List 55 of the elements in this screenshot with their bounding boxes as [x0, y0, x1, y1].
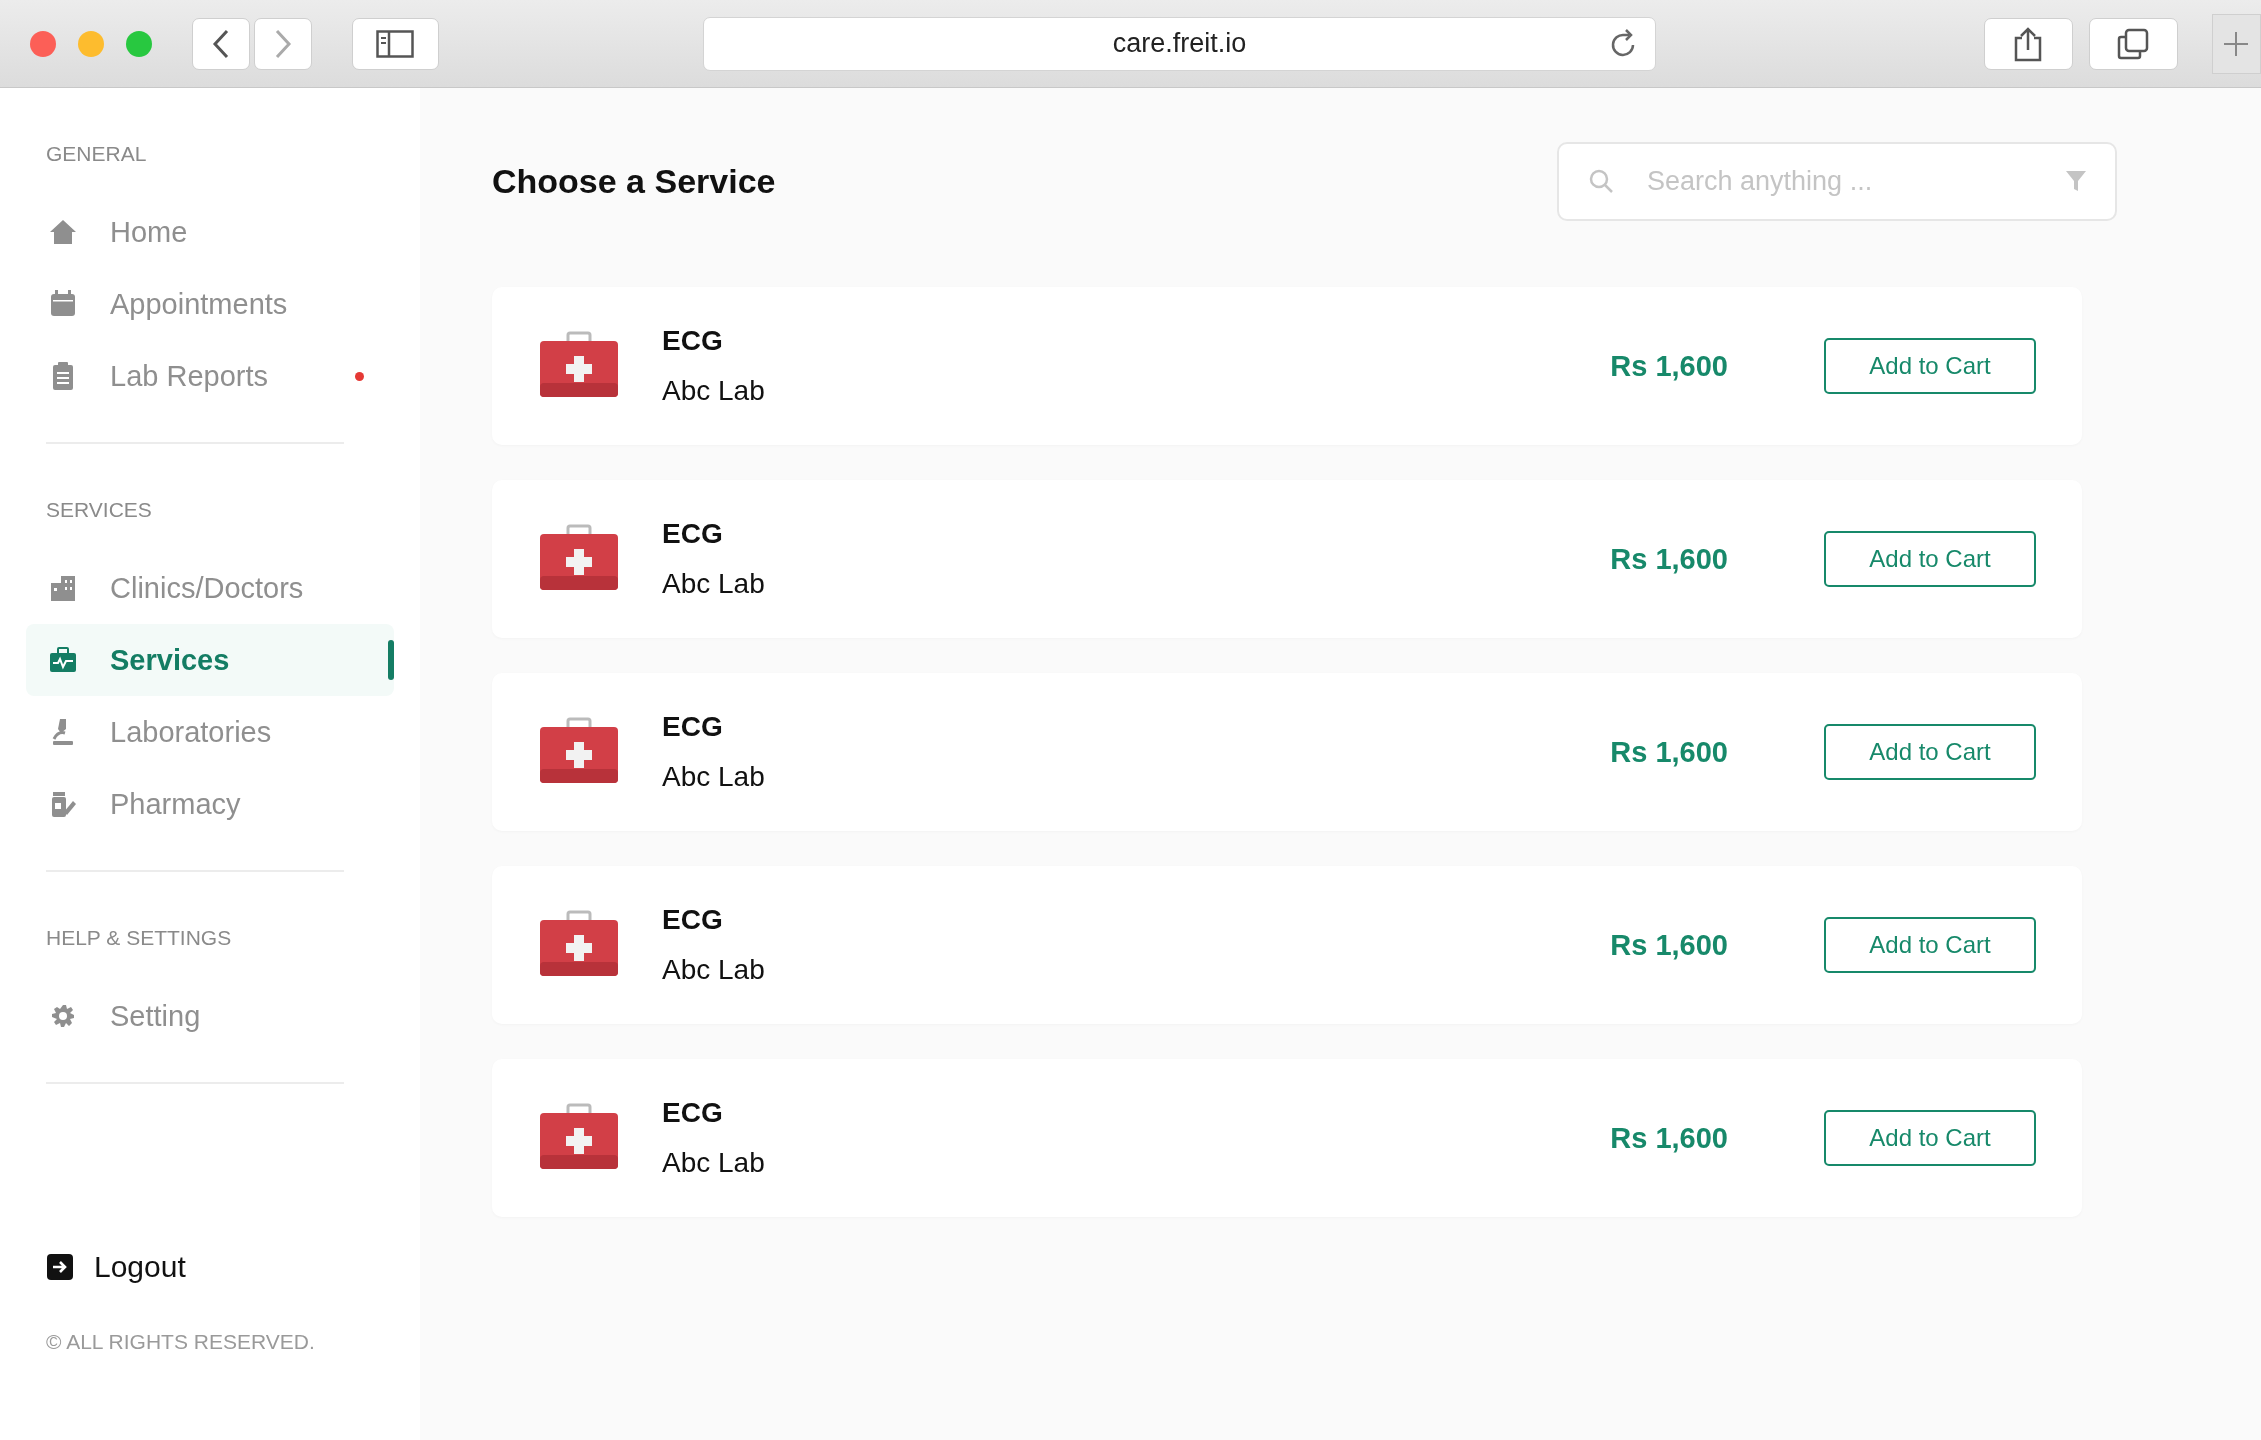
medical-bag-icon [48, 645, 78, 675]
plus-icon [2223, 30, 2250, 57]
provider-name: Abc Lab [662, 1147, 766, 1179]
sidebar-icon [376, 29, 415, 58]
price: Rs 1,600 [1610, 928, 1728, 962]
nav-item[interactable]: Appointments [26, 268, 394, 340]
close-icon[interactable] [30, 30, 56, 57]
copyright-text: © ALL RIGHTS RESERVED. [46, 1330, 316, 1354]
page-title: Choose a Service [492, 162, 776, 201]
add-to-cart-button[interactable]: Add to Cart [1824, 917, 2036, 973]
filter-icon[interactable] [2065, 169, 2087, 193]
maximize-icon[interactable] [126, 30, 152, 57]
nav-item[interactable]: Setting [26, 980, 394, 1052]
provider-name: Abc Lab [662, 375, 766, 407]
home-icon [48, 217, 78, 247]
add-to-cart-button[interactable]: Add to Cart [1824, 1110, 2036, 1166]
provider-name: Abc Lab [662, 761, 766, 793]
nav-item[interactable]: Services [26, 624, 394, 696]
nav-item[interactable]: Lab Reports [26, 340, 394, 412]
search-icon [1587, 167, 1615, 195]
tabs-icon [2117, 27, 2150, 60]
sidebar-toggle-button[interactable] [352, 17, 439, 70]
price: Rs 1,600 [1610, 735, 1728, 769]
price: Rs 1,600 [1610, 1121, 1728, 1155]
active-indicator [388, 640, 394, 680]
price: Rs 1,600 [1610, 542, 1728, 576]
provider-name: Abc Lab [662, 954, 766, 986]
logout-icon [46, 1253, 74, 1281]
add-to-cart-button[interactable]: Add to Cart [1824, 724, 2036, 780]
buildings-icon [48, 573, 78, 603]
section-heading: SERVICES [45, 497, 153, 523]
nav-item[interactable]: Home [26, 196, 394, 268]
provider-name: Abc Lab [662, 568, 766, 600]
share-icon [2013, 25, 2044, 62]
address-bar[interactable]: care.freit.io [702, 16, 1656, 71]
section-heading: HELP & SETTINGS [45, 925, 233, 951]
logout-button[interactable]: Logout [46, 1250, 186, 1284]
back-button[interactable] [192, 17, 250, 70]
new-tab-button[interactable] [2211, 13, 2261, 74]
search-field[interactable]: Search anything ... [1557, 142, 2117, 221]
share-button[interactable] [1984, 17, 2073, 70]
nav-item[interactable]: Pharmacy [26, 768, 394, 840]
calendar-icon [48, 289, 78, 319]
nav-item[interactable]: Clinics/Doctors [26, 552, 394, 624]
tabs-button[interactable] [2088, 17, 2178, 70]
nav-item[interactable]: Laboratories [26, 696, 394, 768]
add-to-cart-button[interactable]: Add to Cart [1824, 531, 2036, 587]
add-to-cart-button[interactable]: Add to Cart [1824, 338, 2036, 394]
service-name: ECG [662, 325, 724, 357]
service-name: ECG [662, 711, 724, 743]
service-name: ECG [662, 518, 724, 550]
section-heading: GENERAL [45, 141, 148, 167]
service-name: ECG [662, 904, 724, 936]
service-name: ECG [662, 1097, 724, 1129]
price: Rs 1,600 [1610, 349, 1728, 383]
